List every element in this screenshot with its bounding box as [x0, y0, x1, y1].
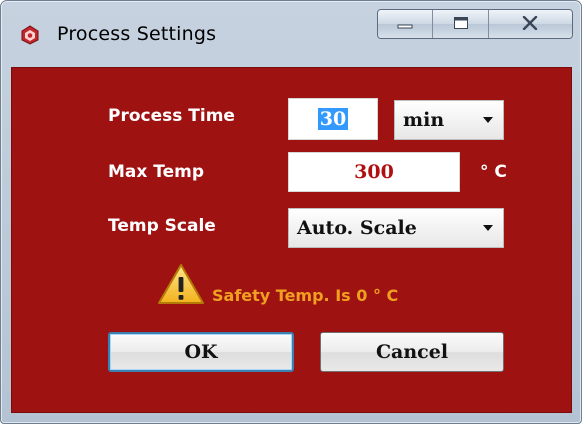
- chevron-down-icon[interactable]: [483, 225, 493, 231]
- window-title: Process Settings: [57, 23, 217, 45]
- temp-scale-label: Temp Scale: [108, 216, 216, 236]
- process-time-unit-select[interactable]: min: [394, 100, 504, 140]
- maximize-icon: [453, 15, 469, 34]
- title-bar[interactable]: Process Settings: [1, 1, 581, 63]
- safety-temp-warning: Safety Temp. Is 0 ° C: [212, 286, 399, 305]
- max-temp-unit: ° C: [480, 162, 507, 182]
- caption-buttons: [377, 9, 573, 39]
- process-time-label: Process Time: [108, 106, 235, 126]
- settings-panel: Process Time 30 min Max Temp 300 ° C Tem…: [11, 67, 572, 413]
- process-time-value: 30: [317, 108, 349, 130]
- app-icon[interactable]: [19, 25, 41, 45]
- close-button[interactable]: [488, 10, 572, 38]
- process-time-unit-value: min: [403, 109, 445, 131]
- chevron-down-icon[interactable]: [483, 117, 493, 123]
- warning-icon: [156, 262, 206, 306]
- temp-scale-value: Auto. Scale: [297, 217, 417, 239]
- maximize-button[interactable]: [433, 10, 489, 38]
- temp-scale-select[interactable]: Auto. Scale: [288, 208, 504, 248]
- process-time-input[interactable]: 30: [288, 98, 378, 140]
- ok-button[interactable]: OK: [108, 332, 294, 372]
- max-temp-input[interactable]: 300: [288, 152, 460, 192]
- cancel-button[interactable]: Cancel: [320, 332, 504, 372]
- process-settings-window: Process Settings Process Time 30 min Max…: [0, 0, 582, 424]
- close-icon: [522, 15, 538, 34]
- max-temp-label: Max Temp: [108, 162, 205, 182]
- minimize-icon: [397, 15, 413, 34]
- minimize-button[interactable]: [378, 10, 434, 38]
